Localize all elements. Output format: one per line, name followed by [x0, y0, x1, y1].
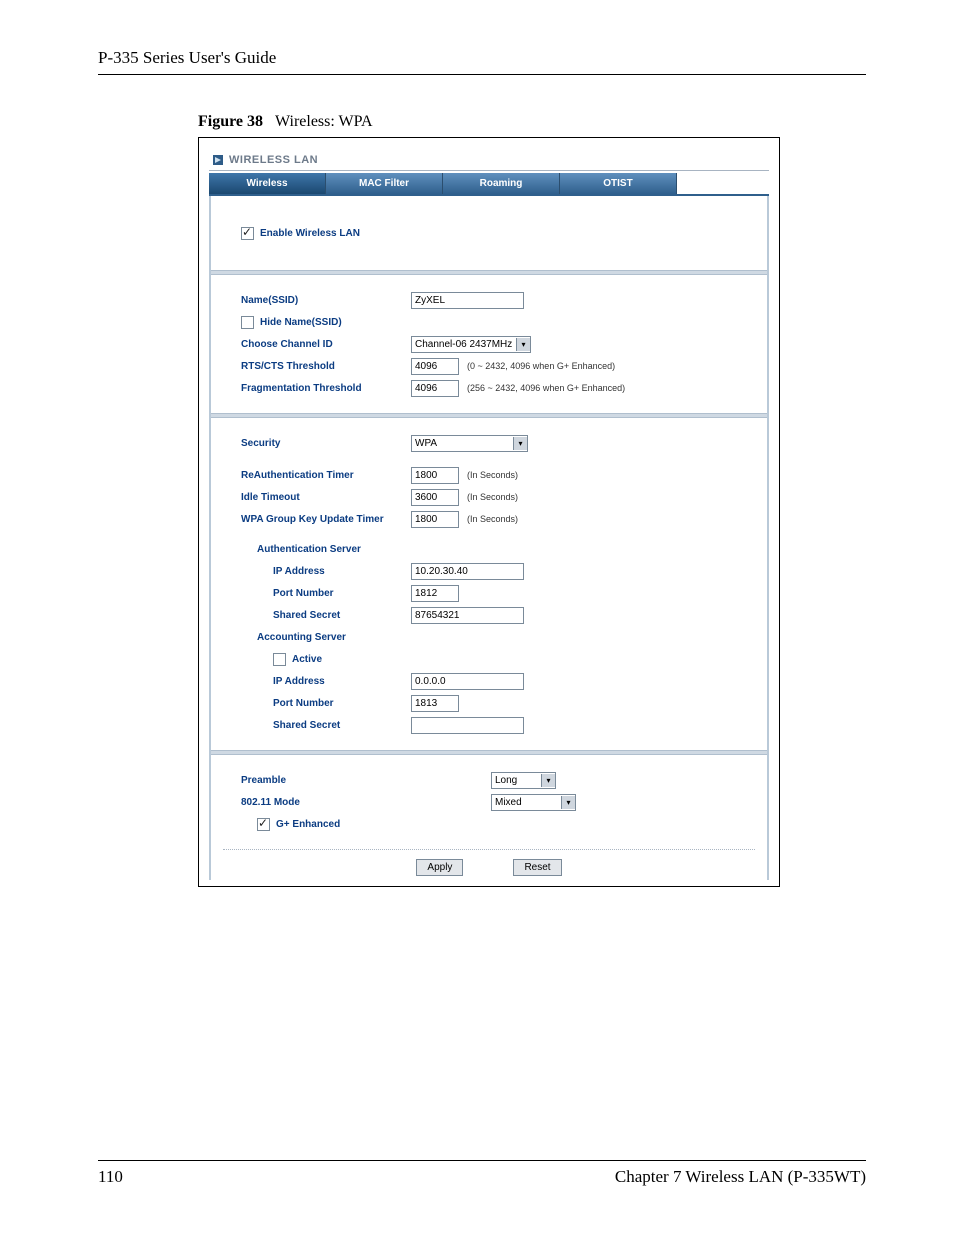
reauth-label: ReAuthentication Timer	[241, 470, 411, 481]
acct-ip-input[interactable]	[411, 673, 524, 690]
idle-input[interactable]	[411, 489, 459, 506]
chevron-down-icon: ▾	[516, 338, 530, 351]
page-footer: 110 Chapter 7 Wireless LAN (P-335WT)	[98, 1160, 866, 1187]
ssid-name-input[interactable]	[411, 292, 524, 309]
auth-secret-input[interactable]	[411, 607, 524, 624]
security-label: Security	[241, 438, 411, 449]
frag-hint: (256 ~ 2432, 4096 when G+ Enhanced)	[467, 383, 625, 393]
tab-roaming[interactable]: Roaming	[443, 173, 560, 194]
auth-ip-input[interactable]	[411, 563, 524, 580]
rts-input[interactable]	[411, 358, 459, 375]
security-value: WPA	[415, 438, 437, 449]
security-select[interactable]: WPA ▾	[411, 435, 528, 452]
channel-value: Channel-06 2437MHz	[415, 339, 512, 350]
frag-input[interactable]	[411, 380, 459, 397]
acct-server-label: Accounting Server	[241, 632, 411, 643]
group-key-label: WPA Group Key Update Timer	[241, 514, 411, 525]
frag-label: Fragmentation Threshold	[241, 383, 411, 394]
panel-body: Enable Wireless LAN Name(SSID) Hide Name…	[209, 196, 769, 880]
mode-label: 802.11 Mode	[241, 797, 491, 808]
ssid-name-label: Name(SSID)	[241, 295, 411, 306]
page-number: 110	[98, 1167, 123, 1187]
reauth-hint: (In Seconds)	[467, 470, 518, 480]
group-key-input[interactable]	[411, 511, 459, 528]
acct-active-checkbox[interactable]	[273, 653, 286, 666]
screenshot-frame: WIRELESS LAN Wireless MAC Filter Roaming…	[198, 137, 780, 887]
acct-secret-label: Shared Secret	[241, 720, 411, 731]
panel-title: WIRELESS LAN	[229, 154, 318, 166]
hide-ssid-label: Hide Name(SSID)	[260, 317, 342, 328]
idle-label: Idle Timeout	[241, 492, 411, 503]
gplus-checkbox[interactable]	[257, 818, 270, 831]
chevron-down-icon: ▾	[541, 774, 555, 787]
apply-button[interactable]: Apply	[416, 859, 463, 876]
panel-title-bar: WIRELESS LAN	[209, 152, 769, 171]
hide-ssid-checkbox[interactable]	[241, 316, 254, 329]
preamble-label: Preamble	[241, 775, 491, 786]
mode-select[interactable]: Mixed ▾	[491, 794, 576, 811]
auth-port-label: Port Number	[241, 588, 411, 599]
chapter-title: Chapter 7 Wireless LAN (P-335WT)	[615, 1167, 866, 1187]
gplus-label: G+ Enhanced	[276, 819, 340, 830]
acct-active-label: Active	[292, 654, 322, 665]
auth-server-label: Authentication Server	[241, 544, 411, 555]
chevron-down-icon: ▾	[513, 437, 527, 450]
acct-ip-label: IP Address	[241, 676, 411, 687]
figure-caption: Figure 38 Wireless: WPA	[198, 113, 866, 131]
enable-wlan-label: Enable Wireless LAN	[260, 228, 360, 239]
chevron-down-icon: ▾	[561, 796, 575, 809]
preamble-select[interactable]: Long ▾	[491, 772, 556, 789]
mode-value: Mixed	[495, 797, 522, 808]
bullet-icon	[213, 155, 223, 165]
idle-hint: (In Seconds)	[467, 492, 518, 502]
rts-label: RTS/CTS Threshold	[241, 361, 411, 372]
enable-wlan-checkbox[interactable]	[241, 227, 254, 240]
tab-wireless[interactable]: Wireless	[209, 173, 326, 194]
preamble-value: Long	[495, 775, 517, 786]
channel-label: Choose Channel ID	[241, 339, 411, 350]
acct-port-input[interactable]	[411, 695, 459, 712]
auth-secret-label: Shared Secret	[241, 610, 411, 621]
auth-port-input[interactable]	[411, 585, 459, 602]
reset-button[interactable]: Reset	[513, 859, 561, 876]
tabs: Wireless MAC Filter Roaming OTIST	[209, 173, 769, 196]
rts-hint: (0 ~ 2432, 4096 when G+ Enhanced)	[467, 361, 615, 371]
reauth-input[interactable]	[411, 467, 459, 484]
tab-otist[interactable]: OTIST	[560, 173, 677, 194]
doc-header: P-335 Series User's Guide	[98, 48, 866, 75]
group-key-hint: (In Seconds)	[467, 514, 518, 524]
acct-port-label: Port Number	[241, 698, 411, 709]
tab-mac-filter[interactable]: MAC Filter	[326, 173, 443, 194]
acct-secret-input[interactable]	[411, 717, 524, 734]
figure-title: Wireless: WPA	[275, 113, 373, 130]
channel-select[interactable]: Channel-06 2437MHz ▾	[411, 336, 531, 353]
auth-ip-label: IP Address	[241, 566, 411, 577]
figure-label: Figure 38	[198, 113, 263, 130]
